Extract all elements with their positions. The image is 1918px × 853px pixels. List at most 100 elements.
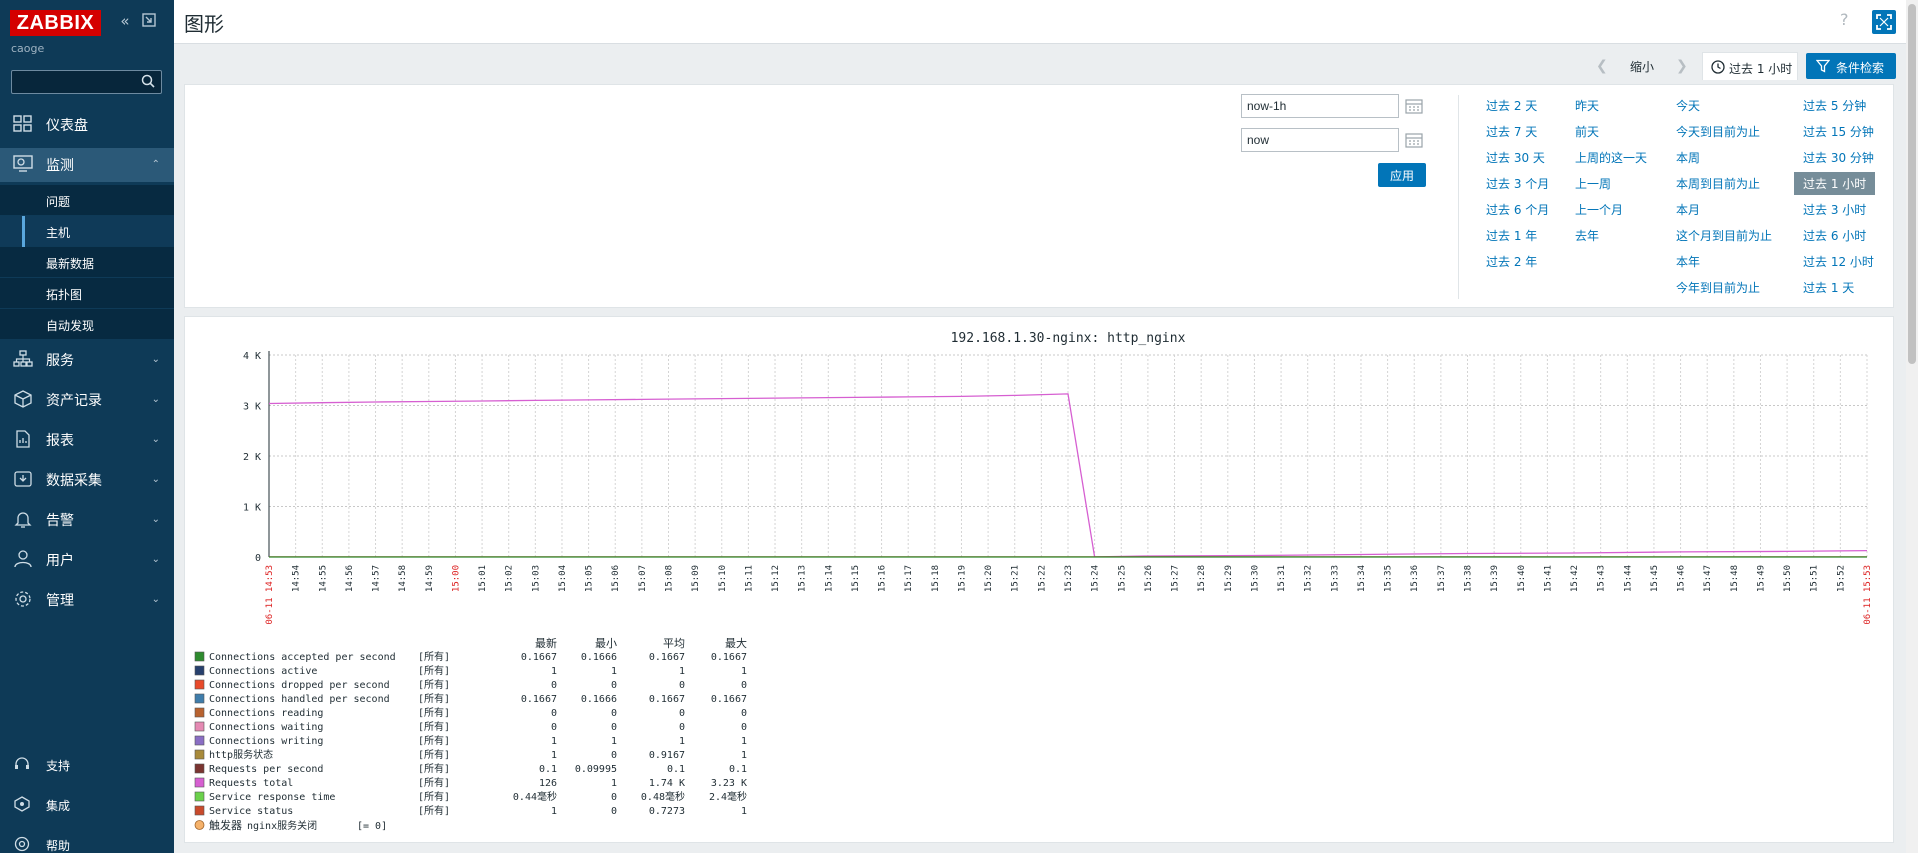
legend-value: 0.09995: [575, 764, 617, 775]
nav-monitoring[interactable]: 监测 ⌃: [0, 148, 174, 182]
quick-range-link[interactable]: 上一周: [1575, 175, 1611, 192]
zabbix-logo[interactable]: ZABBIX: [10, 10, 101, 36]
from-input[interactable]: [1241, 94, 1399, 118]
nav-integrations[interactable]: 集成: [0, 786, 174, 822]
quick-range-link[interactable]: 过去 6 小时: [1803, 227, 1866, 244]
quick-range-link[interactable]: 本月: [1676, 201, 1700, 218]
legend-swatch: [194, 791, 205, 802]
nav-inventory[interactable]: 资产记录 ⌄: [0, 383, 174, 417]
help-icon[interactable]: ?: [1840, 10, 1849, 29]
nav-label: 帮助: [46, 839, 71, 853]
x-tick-label: 15:01: [478, 565, 488, 592]
x-tick-label: 15:38: [1464, 565, 1474, 592]
x-tick-label: 15:04: [558, 565, 568, 592]
legend-value: 0: [611, 680, 617, 691]
quick-range-link[interactable]: 去年: [1575, 227, 1599, 244]
quick-range-link[interactable]: 过去 5 分钟: [1803, 97, 1866, 114]
submenu-problems[interactable]: 问题: [0, 185, 174, 216]
time-back-icon[interactable]: ❮: [1596, 58, 1608, 74]
legend-header: 最新: [535, 636, 557, 650]
x-tick-label: 15:45: [1650, 565, 1660, 592]
legend-value: 1.74 K: [649, 778, 685, 789]
quick-range-link[interactable]: 上周的这一天: [1575, 149, 1647, 166]
quick-range-link[interactable]: 上一个月: [1575, 201, 1623, 218]
time-tab[interactable]: 过去 1 小时: [1702, 52, 1798, 80]
apply-button[interactable]: 应用: [1378, 163, 1426, 187]
quick-range-link[interactable]: 昨天: [1575, 97, 1599, 114]
submenu-hosts[interactable]: 主机: [0, 216, 174, 247]
x-tick-label: 15:50: [1783, 565, 1793, 592]
calendar-icon[interactable]: [1405, 98, 1423, 114]
legend-value: 0: [611, 792, 617, 803]
quick-range-link[interactable]: 本年: [1676, 253, 1700, 270]
filter-tab[interactable]: 条件检索: [1806, 53, 1896, 79]
legend-swatch: [194, 763, 205, 774]
nav-data-collection[interactable]: 数据采集 ⌄: [0, 463, 174, 497]
search-icon[interactable]: [141, 74, 155, 88]
legend-value: 0.1667: [521, 694, 557, 705]
nav-label: 支持: [46, 759, 71, 773]
quick-range-link[interactable]: 今天: [1676, 97, 1700, 114]
quick-range-link[interactable]: 前天: [1575, 123, 1599, 140]
legend-swatch: [194, 777, 205, 788]
legend-name: Connections handled per second: [209, 694, 390, 705]
legend-func: [所有]: [418, 678, 450, 691]
quick-range-link[interactable]: 过去 2 年: [1486, 253, 1537, 270]
legend-name: Connections accepted per second: [209, 652, 396, 663]
chevron-down-icon: ⌄: [151, 554, 160, 565]
quick-range-link[interactable]: 本周: [1676, 149, 1700, 166]
quick-range-link[interactable]: 过去 1 天: [1803, 279, 1854, 296]
submenu-latest-data[interactable]: 最新数据: [0, 247, 174, 278]
nav-administration[interactable]: 管理 ⌄: [0, 583, 174, 617]
nav-help[interactable]: 帮助: [0, 826, 174, 853]
quick-range-link[interactable]: 过去 1 小时: [1794, 172, 1876, 195]
quick-range-link[interactable]: 本周到目前为止: [1676, 175, 1760, 192]
nav-users[interactable]: 用户 ⌄: [0, 543, 174, 577]
kiosk-mode-button[interactable]: [1872, 10, 1896, 34]
scrollbar[interactable]: [1906, 0, 1918, 853]
x-tick-label: 14:58: [398, 565, 408, 592]
calendar-icon[interactable]: [1405, 132, 1423, 148]
quick-range-link[interactable]: 过去 30 分钟: [1803, 149, 1874, 166]
nav-alerts[interactable]: 告警 ⌄: [0, 503, 174, 537]
legend-value: 0.1667: [649, 694, 685, 705]
quick-range-link[interactable]: 过去 15 分钟: [1803, 123, 1874, 140]
scrollbar-thumb[interactable]: [1908, 4, 1916, 364]
quick-range-link[interactable]: 过去 30 天: [1486, 149, 1545, 166]
legend-func: [所有]: [418, 804, 450, 817]
legend-name: Connections reading: [209, 708, 323, 719]
submenu-discovery[interactable]: 自动发现: [0, 309, 174, 340]
time-forward-icon[interactable]: ❯: [1676, 58, 1688, 74]
y-tick-label: 2 K: [243, 452, 261, 463]
x-tick-label: 15:48: [1730, 565, 1740, 592]
quick-range-link[interactable]: 过去 3 个月: [1486, 175, 1549, 192]
collapse-sidebar-icon[interactable]: «: [116, 12, 134, 30]
hide-sidebar-icon[interactable]: [140, 12, 158, 30]
quick-range-link[interactable]: 今年到目前为止: [1676, 279, 1760, 296]
nav-support[interactable]: 支持: [0, 746, 174, 782]
submenu-maps[interactable]: 拓扑图: [0, 278, 174, 309]
quick-range-link[interactable]: 过去 6 个月: [1486, 201, 1549, 218]
legend-func: [所有]: [418, 776, 450, 789]
x-tick-label: 15:41: [1543, 565, 1553, 592]
x-tick-label: 15:18: [931, 565, 941, 592]
quick-range-link[interactable]: 这个月到目前为止: [1676, 227, 1772, 244]
sidebar-search[interactable]: [11, 70, 162, 94]
clock-icon: [1711, 60, 1725, 74]
legend-func: [所有]: [418, 790, 450, 803]
chevron-down-icon: ⌄: [151, 434, 160, 445]
nav-dashboard[interactable]: 仪表盘: [0, 108, 174, 142]
quick-range-link[interactable]: 过去 12 小时: [1803, 253, 1874, 270]
quick-range-link[interactable]: 过去 3 小时: [1803, 201, 1866, 218]
quick-range-link[interactable]: 过去 2 天: [1486, 97, 1537, 114]
to-input[interactable]: [1241, 128, 1399, 152]
quick-range-link[interactable]: 过去 7 天: [1486, 123, 1537, 140]
nav-reports[interactable]: 报表 ⌄: [0, 423, 174, 457]
quick-range-link[interactable]: 今天到目前为止: [1676, 123, 1760, 140]
legend-name: Connections dropped per second: [209, 680, 390, 691]
zoom-out-button[interactable]: 缩小: [1630, 58, 1654, 75]
sidebar-search-input[interactable]: [16, 74, 134, 90]
quick-range-link[interactable]: 过去 1 年: [1486, 227, 1537, 244]
nav-services[interactable]: 服务 ⌄: [0, 343, 174, 377]
x-tick-label: 15:51: [1810, 565, 1820, 592]
